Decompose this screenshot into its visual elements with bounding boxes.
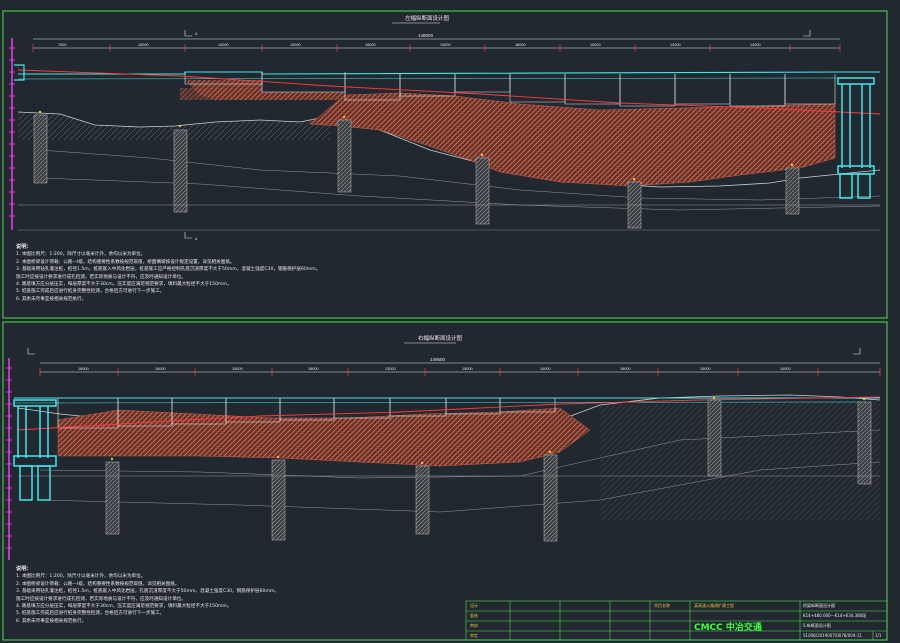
svg-text:4: 4 bbox=[195, 31, 198, 36]
lower-note-line: 1. 本图比例尺：1:200，除尺寸以毫米计外，余均以米为单位。 bbox=[16, 574, 146, 580]
upper-notes: 说明： 1. 本图比例尺：1:200，除尺寸以毫米计外，余均以米为单位。 2. … bbox=[16, 244, 320, 303]
lower-note-line: 4. 路基填方应分层压实，每层厚度不大于30cm，压实度应满足规范要求，填料最大… bbox=[16, 604, 232, 610]
svg-text:16000: 16000 bbox=[620, 367, 631, 371]
svg-text:16000: 16000 bbox=[308, 367, 319, 371]
upper-section: 左幅纵断面设计图 148000 7000 16000 14000 15000 1… bbox=[9, 14, 881, 241]
upper-right-pier bbox=[837, 77, 875, 199]
svg-text:148000: 148000 bbox=[418, 33, 434, 38]
svg-text:15000: 15000 bbox=[290, 43, 301, 47]
upper-note-line: 4. 路基填方应分层压实，每层厚度不大于30cm，压实度应满足规范要求，填料最大… bbox=[16, 282, 232, 288]
svg-text:15000: 15000 bbox=[590, 43, 601, 47]
tb-stake-range: K14+480.000—K14+634.380段 bbox=[803, 613, 867, 618]
svg-text:14000: 14000 bbox=[750, 43, 761, 47]
tb-drawing-name: 桥梁纵断面设计图 bbox=[803, 603, 835, 608]
upper-note-line: 5. 桩基施工完成后应进行桩身完整性检测，合格后方可进行下一步施工。 bbox=[16, 289, 165, 295]
svg-text:16000: 16000 bbox=[365, 43, 376, 47]
upper-notes-title: 说明： bbox=[16, 244, 32, 250]
svg-text:13000: 13000 bbox=[440, 43, 451, 47]
upper-note-line: 2. 本图桥梁设计荷载：公路—I级，结构重要性系数按规范取值，桥面横坡按设计规定… bbox=[16, 259, 235, 265]
lower-note-line: 6. 其余未尽事宜按相关规范执行。 bbox=[16, 618, 87, 624]
svg-text:右幅纵断面设计图: 右幅纵断面设计图 bbox=[418, 334, 463, 342]
lower-note-line: 施工时应按设计要求进行成孔检测，若实际地质与设计不符，应及时通知设计单位。 bbox=[16, 596, 186, 602]
cad-drawing: 左幅纵断面设计图 148000 7000 16000 14000 15000 1… bbox=[2, 10, 888, 641]
svg-text:左幅纵断面设计图: 左幅纵断面设计图 bbox=[405, 14, 450, 22]
lower-notes-title: 说明： bbox=[16, 566, 32, 572]
lower-note-line: 5. 桩基施工完成后应进行桩身完整性检测，合格后方可进行下一步施工。 bbox=[16, 611, 165, 617]
lower-left-pier bbox=[13, 399, 57, 501]
svg-text:15000: 15000 bbox=[462, 367, 473, 371]
tb-sheet-title: S 纵断面设计图 bbox=[803, 623, 831, 628]
svg-text:14500: 14500 bbox=[780, 367, 791, 371]
svg-text:16000: 16000 bbox=[138, 43, 149, 47]
upper-note-line: 3. 基础采用钻孔灌注桩，桩径1.5m，桩底嵌入中风化岩层，桩基施工应严格控制孔… bbox=[16, 267, 321, 273]
svg-text:14000: 14000 bbox=[218, 43, 229, 47]
upper-note-line: 6. 其余未尽事宜按相关规范执行。 bbox=[16, 296, 87, 302]
lower-notes: 说明： 1. 本图比例尺：1:200，除尺寸以毫米计外，余均以米为单位。 2. … bbox=[16, 566, 279, 625]
upper-note-line: 1. 本图比例尺：1:200，除尺寸以毫米计外，余均以米为单位。 bbox=[16, 252, 146, 258]
tb-approver: 审定 bbox=[470, 633, 478, 638]
lower-section: 右幅纵断面设计图 149500 16000 15000 15000 16000 … bbox=[6, 334, 881, 560]
upper-fill-embankment bbox=[309, 92, 836, 187]
svg-text:16000: 16000 bbox=[78, 367, 89, 371]
tb-checker: 复核 bbox=[470, 613, 478, 618]
svg-text:15000: 15000 bbox=[700, 367, 711, 371]
lower-note-line: 2. 本图桥梁设计荷载：公路—I级，结构重要性系数按规范取值，详见相关图纸。 bbox=[16, 581, 180, 587]
tb-sheet: 1/1 bbox=[875, 633, 882, 638]
svg-text:15000: 15000 bbox=[155, 367, 166, 371]
tb-designer: 设计 bbox=[470, 603, 478, 608]
svg-text:149500: 149500 bbox=[430, 357, 446, 362]
svg-text:13000: 13000 bbox=[385, 367, 396, 371]
svg-text:18000: 18000 bbox=[515, 43, 526, 47]
svg-text:13000: 13000 bbox=[670, 43, 681, 47]
lower-note-line: 3. 基础采用钻孔灌注桩，桩径1.5m，桩底嵌入中风化岩层，孔底沉渣厚度不大于5… bbox=[16, 589, 279, 595]
company-logo: CMCC 中冶交通 bbox=[694, 623, 762, 633]
tb-project-name: 某高速公路改扩建工程 bbox=[694, 603, 734, 608]
upper-note-line: 施工时应按设计要求进行成孔检测，若实际地质与设计不符，应及时通知设计单位。 bbox=[16, 274, 186, 280]
tb-project-label: 项目名称 bbox=[654, 603, 670, 608]
svg-text:15000: 15000 bbox=[232, 367, 243, 371]
svg-text:7000: 7000 bbox=[58, 43, 66, 47]
svg-text:4: 4 bbox=[195, 236, 198, 241]
tb-drawing-no: S1008/2019007/0078/004-11 bbox=[803, 633, 862, 638]
tb-reviewer: 审核 bbox=[470, 623, 478, 628]
lower-fill-embankment bbox=[57, 407, 591, 467]
svg-text:14000: 14000 bbox=[540, 367, 551, 371]
